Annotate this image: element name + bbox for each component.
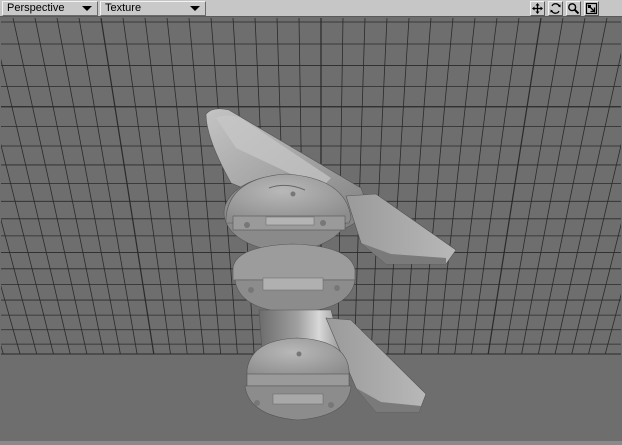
render-style-label: Texture <box>105 2 142 14</box>
viewport-titlebar: Perspective Texture <box>0 0 622 17</box>
bolt-6 <box>254 400 260 406</box>
chevron-down-icon <box>82 6 92 11</box>
rotate-view-button[interactable] <box>548 1 563 16</box>
viewport-bottom-edge <box>0 441 622 445</box>
rotate-icon <box>550 3 561 14</box>
move-view-button[interactable] <box>530 1 545 16</box>
zoom-view-button[interactable] <box>566 1 581 16</box>
viewport-window[interactable]: Perspective Texture <box>0 0 622 445</box>
bolt-5 <box>334 285 340 291</box>
render-style-dropdown[interactable]: Texture <box>100 1 206 16</box>
base-plate <box>272 393 324 405</box>
bolt-4 <box>248 287 254 293</box>
mid-plate <box>262 277 324 291</box>
perspective-scene[interactable] <box>1 18 621 444</box>
move-arrows-icon <box>532 3 543 14</box>
lower-collar <box>246 373 350 387</box>
chevron-down-icon <box>190 6 200 11</box>
bolt-3 <box>290 191 296 197</box>
view-type-dropdown[interactable]: Perspective <box>2 1 98 16</box>
bolt-1 <box>244 222 250 228</box>
magnifier-icon <box>568 3 580 15</box>
view-type-label: Perspective <box>7 2 65 14</box>
bolt-7 <box>328 402 334 408</box>
maximize-view-button[interactable] <box>584 1 599 16</box>
maximize-icon <box>585 2 598 15</box>
bolt-2 <box>320 220 326 226</box>
joint-plate <box>265 216 315 226</box>
bolt-8 <box>296 351 302 357</box>
